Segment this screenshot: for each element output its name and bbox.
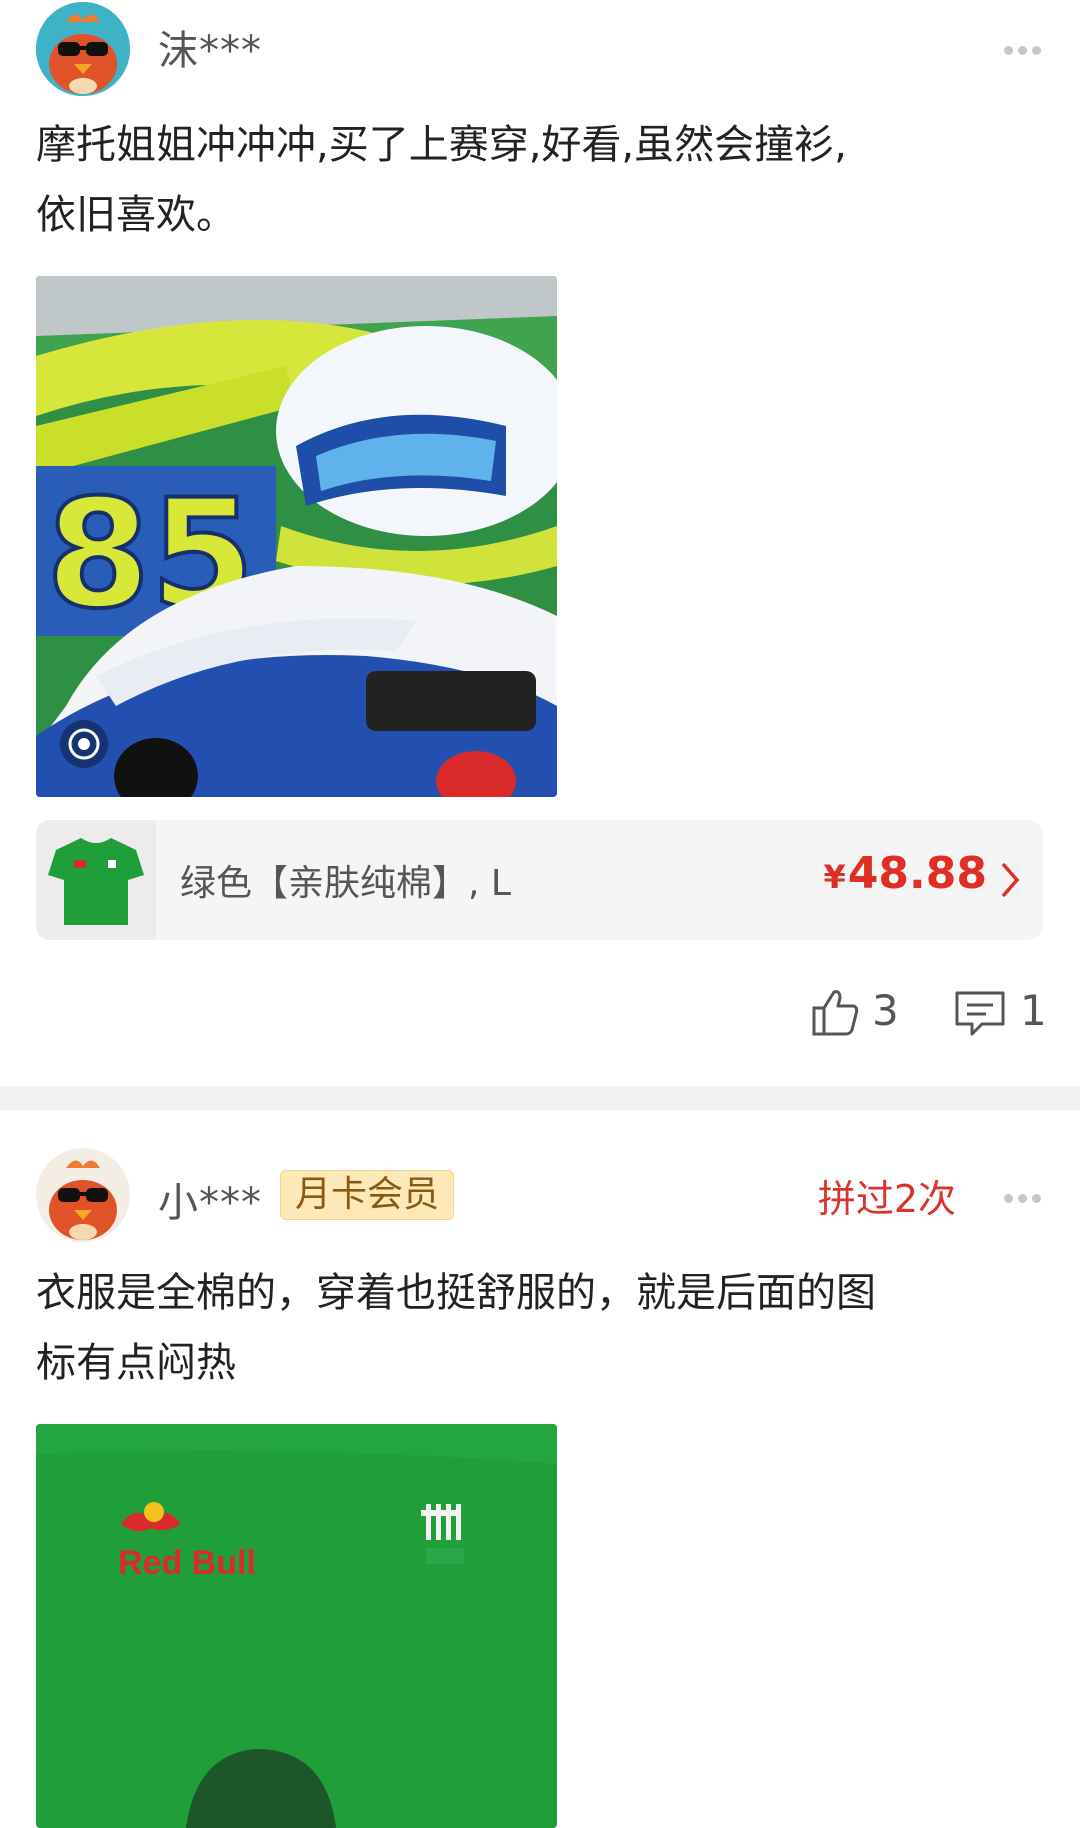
comment-icon <box>955 991 1005 1036</box>
comment-count: 1 <box>1020 986 1047 1035</box>
more-options-icon[interactable] <box>1004 40 1048 55</box>
review-photo[interactable]: Red Bull <box>36 1424 557 1828</box>
more-options-icon[interactable] <box>1004 1188 1048 1203</box>
section-divider <box>0 1086 1080 1110</box>
avatar[interactable] <box>36 1148 130 1242</box>
comment-button[interactable]: 1 <box>954 984 1054 1040</box>
review-text: 摩托姐姐冲冲冲,买了上赛穿,好看,虽然会撞衫, 依旧喜欢。 <box>36 122 847 238</box>
thumbs-up-icon <box>812 990 859 1036</box>
review-text: 衣服是全棉的，穿着也挺舒服的，就是后面的图 标有点闷热 <box>36 1270 876 1386</box>
username: 小*** <box>158 1180 262 1226</box>
username: 沫*** <box>158 28 262 74</box>
chevron-right-icon <box>1001 862 1020 898</box>
like-count: 3 <box>872 986 899 1035</box>
product-thumbnail <box>36 820 156 940</box>
like-button[interactable]: 3 <box>810 984 900 1040</box>
avatar[interactable] <box>36 2 130 96</box>
product-card[interactable]: 绿色【亲肤纯棉】, L ¥48.88 <box>36 820 1043 940</box>
red-bull-logo-text: Red Bull <box>118 1544 256 1582</box>
review-photo[interactable]: 85 <box>36 276 557 797</box>
product-spec: 绿色【亲肤纯棉】, L <box>180 863 511 904</box>
group-buy-count: 拼过2次 <box>817 1177 956 1221</box>
member-badge: 月卡会员 <box>280 1170 455 1220</box>
product-price: ¥48.88 <box>823 848 987 899</box>
